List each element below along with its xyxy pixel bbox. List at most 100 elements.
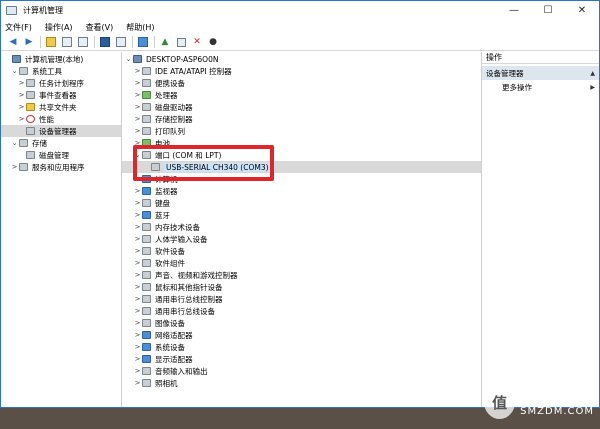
tree-item[interactable]: > 软件组件: [122, 257, 481, 269]
tree-item[interactable]: > 蓝牙: [122, 209, 481, 221]
expand-right-icon[interactable]: >: [133, 331, 142, 339]
close-button[interactable]: ✕: [565, 1, 599, 20]
expand-right-icon[interactable]: >: [133, 355, 142, 363]
expand-right-icon[interactable]: >: [133, 367, 142, 375]
expand-right-icon[interactable]: >: [17, 115, 26, 123]
expand-right-icon[interactable]: >: [133, 91, 142, 99]
expand-right-icon[interactable]: >: [133, 211, 142, 219]
expand-down-icon[interactable]: ⌄: [10, 139, 19, 147]
back-arrow-icon[interactable]: ◀: [7, 36, 19, 48]
tree-item[interactable]: > 事件查看器: [1, 89, 121, 101]
tree-item[interactable]: USB-SERIAL CH340 (COM3): [122, 161, 481, 173]
menu-help[interactable]: 帮助(H): [126, 22, 154, 33]
expand-right-icon[interactable]: >: [133, 271, 142, 279]
tree-item[interactable]: ⌄ 端口 (COM 和 LPT): [122, 149, 481, 161]
expand-right-icon[interactable]: >: [133, 103, 142, 111]
menu-action[interactable]: 操作(A): [45, 22, 73, 33]
tree-item[interactable]: > 内存技术设备: [122, 221, 481, 233]
action-pane-icon[interactable]: [115, 36, 127, 48]
monitor-icon[interactable]: [137, 36, 149, 48]
up-folder-icon[interactable]: [45, 36, 57, 48]
expand-right-icon[interactable]: >: [133, 235, 142, 243]
tree-item[interactable]: > 性能: [1, 113, 121, 125]
tree-item[interactable]: > 通用串行总线设备: [122, 305, 481, 317]
expand-right-icon[interactable]: >: [133, 67, 142, 75]
mouse-icon: [142, 283, 151, 291]
expand-right-icon[interactable]: >: [133, 223, 142, 231]
expand-right-icon[interactable]: >: [17, 79, 26, 87]
expand-right-icon[interactable]: >: [133, 127, 142, 135]
expand-right-icon[interactable]: >: [133, 295, 142, 303]
expand-right-icon[interactable]: >: [133, 259, 142, 267]
expand-down-icon[interactable]: ⌄: [124, 55, 133, 63]
services-apps-icon: [19, 163, 28, 171]
expand-right-icon[interactable]: >: [133, 175, 142, 183]
forward-arrow-icon[interactable]: ▶: [23, 36, 35, 48]
expand-right-icon[interactable]: >: [133, 283, 142, 291]
tree-item-label: 通用串行总线控制器: [155, 294, 223, 304]
maximize-button[interactable]: ☐: [531, 1, 565, 20]
help-icon[interactable]: [99, 36, 111, 48]
tree-item[interactable]: 设备管理器: [1, 125, 121, 137]
tree-item[interactable]: > 图像设备: [122, 317, 481, 329]
tree-item[interactable]: > 服务和应用程序: [1, 161, 121, 173]
uninstall-device-icon[interactable]: ✕: [191, 36, 203, 48]
tree-item-label: 网络适配器: [155, 330, 193, 340]
tree-item[interactable]: > 计算机: [122, 173, 481, 185]
tree-item[interactable]: > 通用串行总线控制器: [122, 293, 481, 305]
tree-item[interactable]: > 磁盘驱动器: [122, 101, 481, 113]
tree-item[interactable]: > 便携设备: [122, 77, 481, 89]
tree-item-label: 性能: [39, 114, 54, 124]
expand-right-icon[interactable]: >: [133, 139, 142, 147]
tree-item[interactable]: > 存储控制器: [122, 113, 481, 125]
expand-right-icon[interactable]: >: [133, 307, 142, 315]
expand-right-icon[interactable]: >: [10, 163, 19, 171]
disable-device-icon[interactable]: [175, 36, 187, 48]
expand-down-icon[interactable]: ⌄: [10, 67, 19, 75]
tree-item-label: 系统工具: [32, 66, 62, 76]
tree-item[interactable]: > 人体学输入设备: [122, 233, 481, 245]
tree-item[interactable]: > 打印队列: [122, 125, 481, 137]
more-actions-item[interactable]: 更多操作 ▶: [482, 80, 599, 94]
tree-item[interactable]: > 处理器: [122, 89, 481, 101]
tree-item[interactable]: ⌄ DESKTOP-ASP6O0N: [122, 53, 481, 65]
expand-right-icon[interactable]: >: [133, 247, 142, 255]
tree-item[interactable]: > 电池: [122, 137, 481, 149]
menu-view[interactable]: 查看(V): [86, 22, 114, 33]
tree-item[interactable]: > IDE ATA/ATAPI 控制器: [122, 65, 481, 77]
tree-item[interactable]: > 键盘: [122, 197, 481, 209]
expand-right-icon[interactable]: >: [133, 319, 142, 327]
expand-right-icon[interactable]: >: [133, 115, 142, 123]
expand-right-icon[interactable]: >: [17, 103, 26, 111]
tree-item[interactable]: 磁盘管理: [1, 149, 121, 161]
expand-right-icon[interactable]: >: [133, 199, 142, 207]
tree-item[interactable]: > 显示适配器: [122, 353, 481, 365]
properties-icon[interactable]: [77, 36, 89, 48]
tree-item[interactable]: > 鼠标和其他指针设备: [122, 281, 481, 293]
watermark-cn: 什么值得买: [520, 391, 591, 406]
tree-item[interactable]: > 网络适配器: [122, 329, 481, 341]
expand-right-icon[interactable]: >: [133, 79, 142, 87]
expand-down-icon[interactable]: ⌄: [133, 151, 142, 159]
scan-hardware-icon[interactable]: ●: [207, 36, 219, 48]
tree-item[interactable]: ⌄ 存储: [1, 137, 121, 149]
tree-item[interactable]: > 系统设备: [122, 341, 481, 353]
tree-item[interactable]: 计算机管理(本地): [1, 53, 121, 65]
tree-item[interactable]: > 共享文件夹: [1, 101, 121, 113]
expand-right-icon[interactable]: >: [17, 91, 26, 99]
tree-item[interactable]: > 声音、视频和游戏控制器: [122, 269, 481, 281]
tree-item[interactable]: > 软件设备: [122, 245, 481, 257]
minimize-button[interactable]: —: [497, 1, 531, 20]
update-driver-icon[interactable]: ▲: [159, 36, 171, 48]
tree-item[interactable]: > 音频输入和输出: [122, 365, 481, 377]
tree-item[interactable]: ⌄ 系统工具: [1, 65, 121, 77]
tree-item[interactable]: > 任务计划程序: [1, 77, 121, 89]
show-hide-tree-icon[interactable]: [61, 36, 73, 48]
menu-file[interactable]: 文件(F): [5, 22, 32, 33]
expand-right-icon[interactable]: >: [133, 343, 142, 351]
tree-item[interactable]: > 照相机: [122, 377, 481, 389]
tree-item[interactable]: > 监视器: [122, 185, 481, 197]
expand-right-icon[interactable]: >: [133, 187, 142, 195]
expand-right-icon[interactable]: >: [133, 379, 142, 387]
actions-section-device-manager[interactable]: 设备管理器 ▲: [482, 66, 599, 80]
